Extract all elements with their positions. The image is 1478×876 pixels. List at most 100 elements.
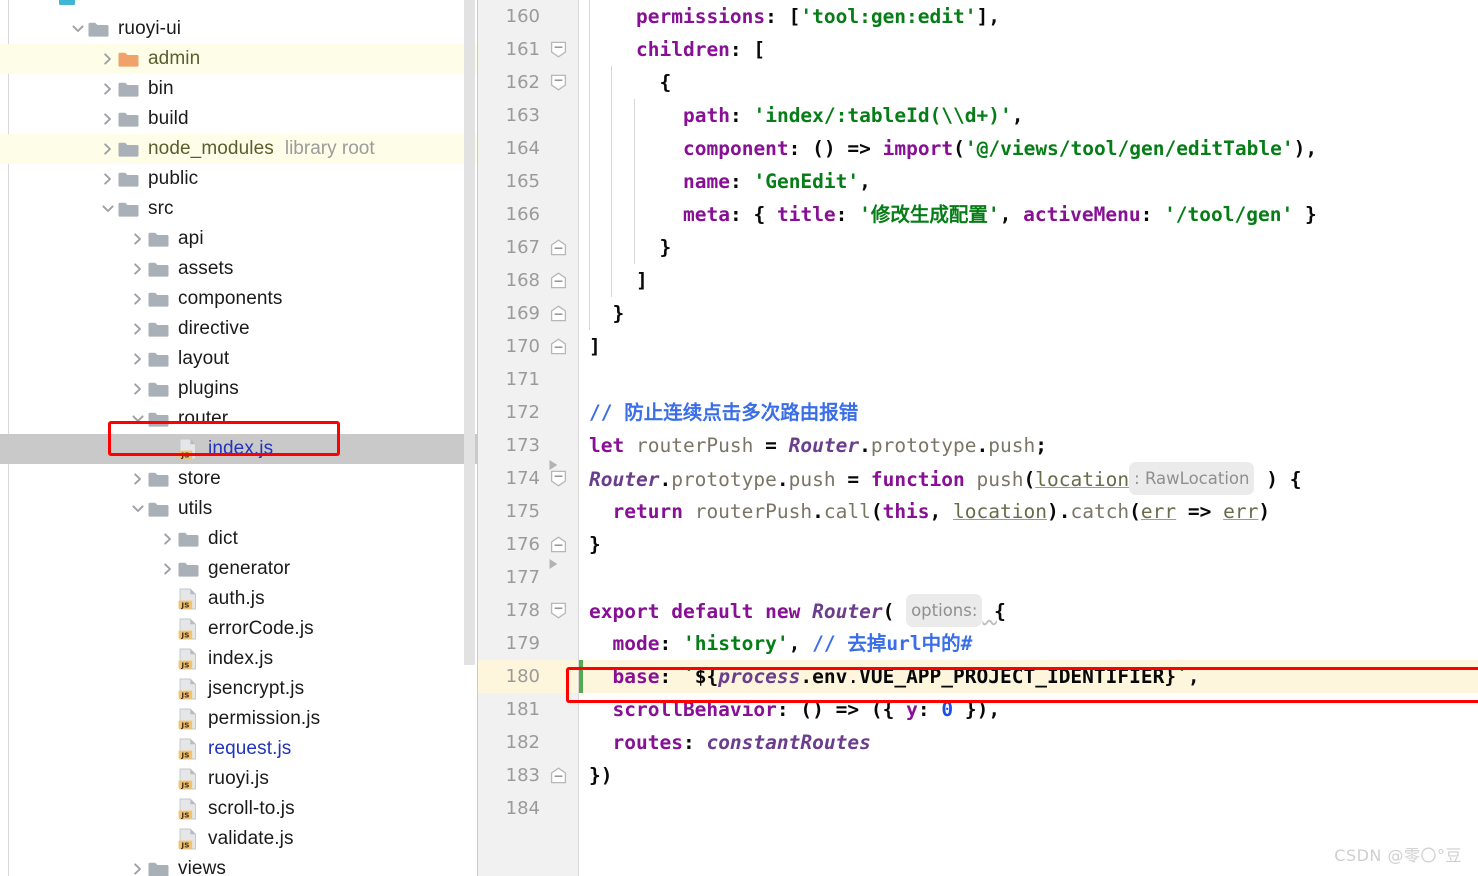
fold-end-icon[interactable] (550, 297, 568, 330)
fold-start-icon[interactable] (550, 33, 568, 66)
code-line[interactable]: { (579, 66, 1478, 99)
tree-item-components[interactable]: components (0, 284, 478, 314)
tree-item-build[interactable]: build (0, 104, 478, 134)
chevron-right-icon[interactable] (98, 164, 118, 194)
tree-item-plugins[interactable]: plugins (0, 374, 478, 404)
tree-item-dict[interactable]: dict (0, 524, 478, 554)
code-line[interactable]: } (579, 231, 1478, 264)
tree-item-views[interactable]: views (0, 854, 478, 876)
tree-item-store[interactable]: store (0, 464, 478, 494)
folder-icon (148, 344, 172, 374)
chevron-right-icon[interactable] (158, 524, 178, 554)
tree-item-jsencrypt-js[interactable]: JSjsencrypt.js (0, 674, 478, 704)
fold-start-icon[interactable] (550, 594, 568, 627)
chevron-right-icon[interactable] (128, 224, 148, 254)
tree-item-permission-js[interactable]: JSpermission.js (0, 704, 478, 734)
tree-item-src[interactable]: src (0, 194, 478, 224)
svg-text:JS: JS (180, 750, 189, 759)
code-line[interactable] (579, 561, 1478, 594)
chevron-down-icon[interactable] (128, 404, 148, 434)
chevron-right-icon[interactable] (98, 44, 118, 74)
tree-item-request-js[interactable]: JSrequest.js (0, 734, 478, 764)
code-line[interactable]: meta: { title: '修改生成配置', activeMenu: '/t… (579, 198, 1478, 231)
tree-item-node_modules[interactable]: node_moduleslibrary root (0, 134, 478, 164)
code-line[interactable]: scrollBehavior: () => ({ y: 0 }), (579, 693, 1478, 726)
tree-item-ruoyi-ui[interactable]: ruoyi-ui (0, 14, 478, 44)
chevron-right-icon[interactable] (158, 554, 178, 584)
tree-item-generator[interactable]: generator (0, 554, 478, 584)
gutter-run-marker-icon[interactable] (548, 545, 562, 578)
code-line[interactable]: permissions: ['tool:gen:edit'], (579, 0, 1478, 33)
code-line[interactable]: // 防止连续点击多次路由报错 (579, 396, 1478, 429)
code-line[interactable]: name: 'GenEdit', (579, 165, 1478, 198)
chevron-right-icon[interactable] (128, 254, 148, 284)
tree-item-validate-js[interactable]: JSvalidate.js (0, 824, 478, 854)
tree-item-row-clipped[interactable] (0, 0, 478, 14)
tree-item-utils[interactable]: utils (0, 494, 478, 524)
code-line[interactable]: return routerPush.call(this, location).c… (579, 495, 1478, 528)
code-line-text: } (579, 231, 671, 264)
chevron-right-icon[interactable] (98, 74, 118, 104)
code-line[interactable]: component: () => import('@/views/tool/ge… (579, 132, 1478, 165)
vcs-change-marker[interactable] (579, 660, 583, 693)
code-line[interactable] (579, 363, 1478, 396)
code-line[interactable]: routes: constantRoutes (579, 726, 1478, 759)
tree-item-label: layout (178, 348, 229, 370)
tree-vertical-scrollbar[interactable] (463, 0, 476, 876)
fold-end-icon[interactable] (550, 264, 568, 297)
tree-item-router[interactable]: router (0, 404, 478, 434)
fold-start-icon[interactable] (550, 66, 568, 99)
chevron-right-icon[interactable] (128, 854, 148, 876)
gutter-run-marker-icon[interactable] (548, 446, 562, 479)
code-line[interactable]: export default new Router( options: { (579, 594, 1478, 627)
code-line[interactable]: } (579, 528, 1478, 561)
chevron-right-icon[interactable] (128, 284, 148, 314)
code-line[interactable]: let routerPush = Router.prototype.push; (579, 429, 1478, 462)
tree-scrollbar-thumb[interactable] (464, 0, 475, 665)
chevron-right-icon[interactable] (128, 314, 148, 344)
tree-item-errorCode-js[interactable]: JSerrorCode.js (0, 614, 478, 644)
editor-line-number-gutter[interactable]: 1601611621631641651661671681691701711721… (478, 0, 578, 876)
chevron-right-icon[interactable] (98, 104, 118, 134)
tree-item-bin[interactable]: bin (0, 74, 478, 104)
chevron-down-icon[interactable] (128, 494, 148, 524)
tree-item-router-index-js[interactable]: JSindex.js (0, 434, 478, 464)
tree-item-auth-js[interactable]: JSauth.js (0, 584, 478, 614)
code-line[interactable]: }) (579, 759, 1478, 792)
chevron-down-icon[interactable] (68, 14, 88, 44)
code-line[interactable]: ] (579, 330, 1478, 363)
fold-end-icon[interactable] (550, 330, 568, 363)
folder-icon (178, 524, 202, 554)
tree-item-directive[interactable]: directive (0, 314, 478, 344)
tree-item-assets[interactable]: assets (0, 254, 478, 284)
tree-item-admin[interactable]: admin (0, 44, 478, 74)
js-file-icon: JS (178, 704, 202, 734)
fold-end-icon[interactable] (550, 759, 568, 792)
tree-item-scroll-to-js[interactable]: JSscroll-to.js (0, 794, 478, 824)
tree-item-ruoyi-js[interactable]: JSruoyi.js (0, 764, 478, 794)
chevron-right-icon[interactable] (98, 134, 118, 164)
chevron-right-icon[interactable] (128, 374, 148, 404)
project-tree-panel[interactable]: ruoyi-uiadminbinbuildnode_moduleslibrary… (0, 0, 478, 876)
code-line[interactable]: base: `${process.env.VUE_APP_PROJECT_IDE… (579, 660, 1478, 693)
chevron-down-icon[interactable] (98, 194, 118, 224)
tree-item-public[interactable]: public (0, 164, 478, 194)
project-tree-list[interactable]: ruoyi-uiadminbinbuildnode_moduleslibrary… (0, 0, 478, 876)
tree-item-label: assets (178, 258, 234, 280)
code-editor[interactable]: 1601611621631641651661671681691701711721… (478, 0, 1478, 876)
tree-item-utils-index-js[interactable]: JSindex.js (0, 644, 478, 674)
code-line[interactable]: mode: 'history', // 去掉url中的# (579, 627, 1478, 660)
code-line[interactable]: ] (579, 264, 1478, 297)
fold-end-icon[interactable] (550, 231, 568, 264)
code-line[interactable] (579, 792, 1478, 825)
js-file-icon: JS (178, 734, 202, 764)
chevron-right-icon[interactable] (128, 464, 148, 494)
tree-item-layout[interactable]: layout (0, 344, 478, 374)
editor-code-area[interactable]: permissions: ['tool:gen:edit'], children… (579, 0, 1478, 876)
chevron-right-icon[interactable] (128, 344, 148, 374)
code-line[interactable]: } (579, 297, 1478, 330)
code-line[interactable]: Router.prototype.push = function push(lo… (579, 462, 1478, 495)
code-line[interactable]: path: 'index/:tableId(\\d+)', (579, 99, 1478, 132)
code-line[interactable]: children: [ (579, 33, 1478, 66)
tree-item-api[interactable]: api (0, 224, 478, 254)
